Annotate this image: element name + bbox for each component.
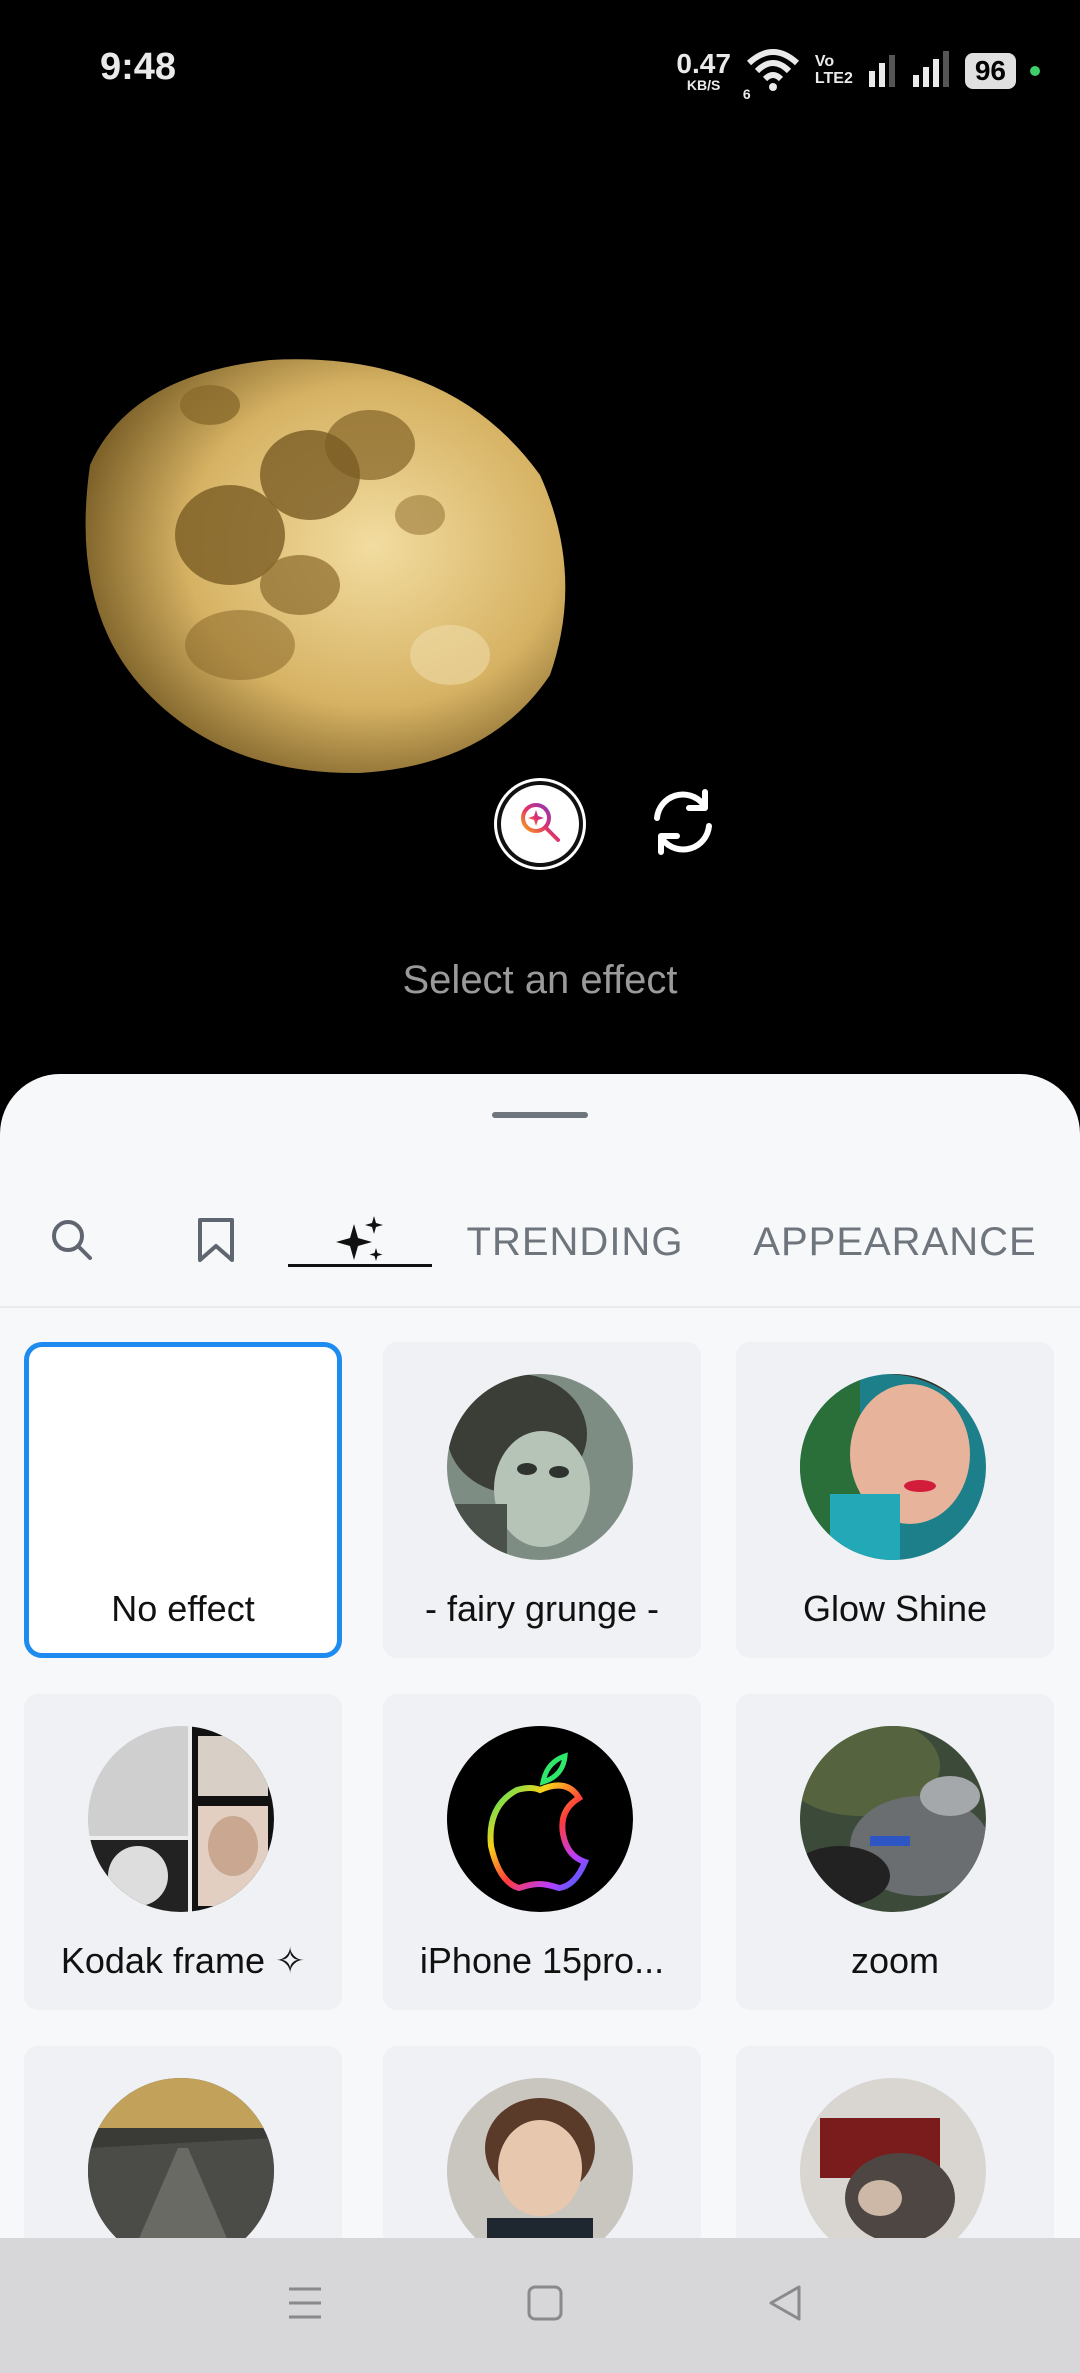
tab-appearance-label: APPEARANCE — [753, 1219, 1037, 1264]
effect-card[interactable] — [736, 2046, 1054, 2238]
effect-label: No effect — [111, 1588, 255, 1629]
camera-preview-moon — [70, 355, 575, 775]
tab-appearance[interactable]: APPEARANCE — [740, 1192, 1050, 1292]
sparkles-icon — [334, 1214, 386, 1271]
home-button[interactable] — [500, 2270, 590, 2340]
volte-top: Vo — [814, 53, 835, 71]
effects-sheet: TRENDING APPEARANCE No effect - fairy gr… — [0, 1074, 1080, 2238]
wifi-icon: 6 — [743, 47, 801, 102]
effect-search-button[interactable] — [497, 781, 583, 867]
tab-divider — [0, 1306, 1080, 1308]
effect-card[interactable]: zoom — [736, 1694, 1054, 2010]
menu-icon — [285, 2283, 325, 2328]
volte-indicator: Vo LTE2 — [814, 53, 853, 88]
effect-thumbnail — [447, 1726, 633, 1912]
flip-camera-icon — [645, 784, 721, 865]
effect-card-no-effect[interactable]: No effect — [24, 1342, 342, 1658]
system-navigation-bar — [0, 2238, 1080, 2373]
status-icons: 0.47 KB/S 6 Vo LTE2 96 — [676, 46, 1040, 102]
network-speed-unit: KB/S — [686, 77, 721, 93]
effect-label: Glow Shine — [802, 1588, 988, 1629]
effect-thumbnail — [88, 1726, 274, 1912]
battery-indicator: 96 — [964, 53, 1016, 89]
signal-icon — [867, 49, 897, 94]
tab-trending[interactable]: TRENDING — [455, 1192, 695, 1292]
back-button[interactable] — [740, 2270, 830, 2340]
effect-card[interactable] — [24, 2046, 342, 2238]
effect-card[interactable]: Kodak frame ✧ — [24, 1694, 342, 2010]
active-tab-indicator — [288, 1264, 432, 1267]
effect-thumbnail — [800, 2078, 986, 2238]
effect-label: zoom — [850, 1940, 940, 1981]
volte-bottom: LTE2 — [814, 70, 853, 87]
back-triangle-icon — [765, 2283, 805, 2328]
magnify-sparkle-icon — [518, 800, 562, 849]
status-bar: 9:48 0.47 KB/S 6 Vo LTE2 96 — [0, 0, 1080, 140]
effect-card[interactable]: - fairy grunge - — [383, 1342, 701, 1658]
effect-thumbnail — [447, 1374, 633, 1560]
square-icon — [525, 2283, 565, 2328]
effect-card[interactable] — [383, 2046, 701, 2238]
tab-trending-label: TRENDING — [466, 1219, 684, 1264]
select-effect-hint: Select an effect — [402, 958, 678, 1002]
recent-apps-button[interactable] — [260, 2270, 350, 2340]
flip-camera-button[interactable] — [640, 781, 726, 867]
effect-card[interactable]: Glow Shine — [736, 1342, 1054, 1658]
sheet-drag-handle[interactable] — [492, 1112, 588, 1118]
effect-label: Kodak frame ✧ — [60, 1940, 306, 1981]
wifi-badge: 6 — [742, 85, 751, 102]
effect-thumbnail — [88, 2078, 274, 2238]
effects-tab-bar: TRENDING APPEARANCE — [0, 1192, 1080, 1292]
bookmark-icon — [196, 1216, 236, 1269]
network-speed-value: 0.47 — [676, 48, 731, 79]
effect-label: - fairy grunge - — [424, 1588, 660, 1629]
effect-label: iPhone 15pro... — [419, 1940, 665, 1981]
effect-thumbnail — [447, 2078, 633, 2238]
network-speed: 0.47 KB/S — [676, 48, 731, 93]
search-icon — [48, 1216, 96, 1269]
privacy-dot — [1030, 66, 1040, 76]
signal-icon — [911, 49, 951, 94]
tab-saved[interactable] — [166, 1192, 266, 1292]
tab-search[interactable] — [22, 1192, 122, 1292]
effect-thumbnail — [800, 1726, 986, 1912]
tab-for-you[interactable] — [310, 1192, 410, 1292]
effect-card[interactable]: iPhone 15pro... — [383, 1694, 701, 2010]
clock: 9:48 — [100, 46, 177, 88]
effect-thumbnail — [800, 1374, 986, 1560]
